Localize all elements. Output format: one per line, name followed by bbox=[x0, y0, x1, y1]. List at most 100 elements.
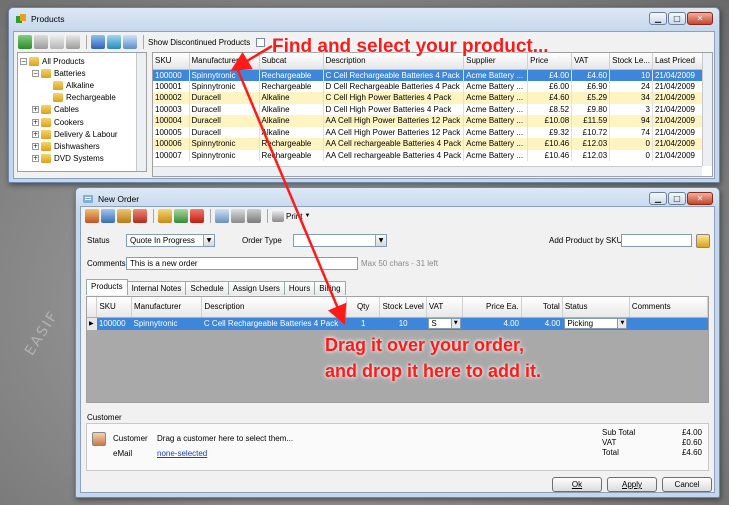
tree-item-label: Cables bbox=[54, 105, 79, 115]
users-icon[interactable] bbox=[85, 209, 99, 223]
tree-item[interactable]: + Delivery & Labour bbox=[32, 128, 118, 140]
order-row-status-cell[interactable]: Picking ▼ bbox=[562, 317, 630, 330]
refresh-icon[interactable] bbox=[123, 35, 137, 49]
tree-item[interactable]: + DVD Systems bbox=[32, 153, 104, 165]
table-row[interactable]: 100004 Duracell Alkaline AA Cell High Power… bbox=[153, 115, 711, 127]
delete-icon[interactable] bbox=[190, 209, 204, 223]
tree-item[interactable]: − Batteries bbox=[32, 67, 86, 79]
tab-products[interactable]: Products bbox=[86, 279, 128, 295]
products-titlebar[interactable]: Products bbox=[9, 8, 719, 30]
ok-button[interactable]: Ok bbox=[552, 477, 602, 492]
close-button[interactable]: ✕ bbox=[687, 12, 713, 25]
print-label: Print bbox=[286, 211, 303, 221]
tree-item-label: Cookers bbox=[54, 117, 84, 127]
close-button[interactable]: ✕ bbox=[687, 192, 713, 205]
minimize-button[interactable]: ▁ bbox=[649, 192, 667, 205]
column-header[interactable]: Qty bbox=[346, 297, 381, 318]
table-row[interactable]: 100005 Duracell Alkaline AA Cell High Power… bbox=[153, 126, 711, 138]
edit-pencil-icon[interactable] bbox=[158, 209, 172, 223]
email-link[interactable]: none-selected bbox=[157, 449, 207, 458]
tree-expander-icon[interactable]: + bbox=[32, 142, 39, 150]
column-header[interactable]: Manufacturer bbox=[189, 53, 260, 70]
products-vscroll[interactable] bbox=[702, 53, 712, 166]
column-header[interactable]: SKU bbox=[96, 297, 133, 318]
tab-billing[interactable]: Billing bbox=[314, 281, 346, 295]
table-row[interactable]: 100001 Spinnytronic Rechargeable D Cell Rec… bbox=[153, 80, 711, 92]
category-blue-icon[interactable] bbox=[91, 35, 105, 49]
column-header[interactable]: SKU bbox=[153, 53, 190, 70]
table-row[interactable]: 100006 Spinnytronic Rechargeable AA Cell re… bbox=[153, 138, 711, 150]
report-icon[interactable] bbox=[231, 209, 245, 223]
category-green-icon[interactable] bbox=[107, 35, 121, 49]
column-header[interactable]: Stock Le... bbox=[609, 53, 653, 70]
column-header[interactable]: Price Ea. bbox=[462, 297, 522, 318]
copy-product-icon[interactable] bbox=[34, 35, 48, 49]
column-header[interactable]: VAT bbox=[571, 53, 611, 70]
customer-icon[interactable] bbox=[92, 432, 106, 446]
tree-item[interactable]: − All Products bbox=[20, 55, 85, 67]
add-product-sku-input[interactable] bbox=[621, 234, 692, 247]
cancel-button[interactable]: Cancel bbox=[662, 477, 712, 492]
user-icon[interactable] bbox=[101, 209, 115, 223]
order-row-comments[interactable] bbox=[629, 317, 708, 330]
tree-expander-icon[interactable]: + bbox=[32, 118, 39, 126]
table-cell: Acme Battery ... bbox=[463, 80, 529, 92]
table-cell: 100007 bbox=[153, 149, 190, 161]
tree-item[interactable]: Alkaline bbox=[44, 79, 94, 91]
tab-hours[interactable]: Hours bbox=[283, 281, 316, 295]
column-header[interactable]: Status bbox=[562, 297, 630, 318]
tree-item-label: Rechargeable bbox=[66, 93, 116, 103]
order-row-price[interactable]: 4.00 bbox=[462, 317, 522, 330]
column-header[interactable]: Total bbox=[521, 297, 563, 318]
tree-item[interactable]: + Cables bbox=[32, 104, 79, 116]
edit-pencil-icon[interactable] bbox=[50, 35, 64, 49]
tab-assign-users[interactable]: Assign Users bbox=[227, 281, 285, 295]
folder-icon bbox=[41, 129, 51, 139]
minimize-button[interactable]: ▁ bbox=[649, 12, 667, 25]
column-header[interactable]: Comments bbox=[629, 297, 708, 318]
export-icon[interactable] bbox=[247, 209, 261, 223]
status-cell-select[interactable]: Picking ▼ bbox=[564, 318, 628, 330]
tree-item[interactable]: + Cookers bbox=[32, 116, 84, 128]
folder-icon bbox=[29, 56, 39, 66]
maximize-button[interactable]: □ bbox=[668, 12, 686, 25]
tree-item[interactable]: + Dishwashers bbox=[32, 140, 100, 152]
add-product-icon[interactable] bbox=[18, 35, 32, 49]
order-type-select[interactable]: ▼ bbox=[293, 234, 387, 247]
group-icon[interactable] bbox=[117, 209, 131, 223]
tree-expander-icon[interactable]: + bbox=[32, 155, 39, 163]
column-header[interactable]: Stock Level bbox=[379, 297, 427, 318]
order-row-vat-cell[interactable]: S ▼ bbox=[426, 317, 463, 330]
table-row[interactable]: 100007 Spinnytronic Rechargeable AA Cell re… bbox=[153, 149, 711, 161]
document-icon[interactable] bbox=[215, 209, 229, 223]
order-row-qty[interactable]: 1 bbox=[346, 317, 380, 330]
table-row[interactable]: 100000 Spinnytronic Rechargeable C Cell Rec… bbox=[153, 69, 711, 81]
maximize-button[interactable]: □ bbox=[668, 192, 686, 205]
column-header[interactable]: Manufacturer bbox=[131, 297, 203, 318]
tree-expander-icon[interactable]: + bbox=[32, 130, 39, 138]
tree-scrollbar[interactable] bbox=[136, 53, 146, 171]
table-cell: £10.08 bbox=[527, 115, 573, 127]
vat-select[interactable]: S ▼ bbox=[428, 318, 461, 330]
delete-icon[interactable] bbox=[66, 35, 80, 49]
status-select[interactable]: Quote In Progress ▼ bbox=[126, 234, 215, 247]
products-hscroll[interactable] bbox=[153, 166, 702, 176]
tree-expander-icon[interactable]: − bbox=[20, 57, 27, 65]
column-header[interactable]: Description bbox=[201, 297, 347, 318]
table-row[interactable]: 100002 Duracell Alkaline C Cell High Power … bbox=[153, 92, 711, 104]
tree-item[interactable]: Rechargeable bbox=[44, 92, 116, 104]
tab-internal-notes[interactable]: Internal Notes bbox=[126, 281, 187, 295]
refresh-icon[interactable] bbox=[174, 209, 188, 223]
add-product-icon[interactable] bbox=[696, 234, 710, 248]
print-button[interactable]: Print ▼ bbox=[272, 210, 310, 222]
show-discontinued-checkbox[interactable] bbox=[256, 37, 266, 47]
tree-expander-icon[interactable]: − bbox=[32, 69, 39, 77]
column-header[interactable]: VAT bbox=[426, 297, 464, 318]
order-product-row[interactable]: ▶ 100000 Spinnytronic C Cell Rechargeabl… bbox=[87, 317, 708, 330]
apply-button[interactable]: Apply bbox=[607, 477, 657, 492]
remove-user-icon[interactable] bbox=[133, 209, 147, 223]
table-row[interactable]: 100003 Duracell Alkaline D Cell High Power … bbox=[153, 103, 711, 115]
comments-input[interactable]: This is a new order bbox=[126, 257, 358, 270]
tab-schedule[interactable]: Schedule bbox=[185, 281, 229, 295]
tree-expander-icon[interactable]: + bbox=[32, 106, 39, 114]
